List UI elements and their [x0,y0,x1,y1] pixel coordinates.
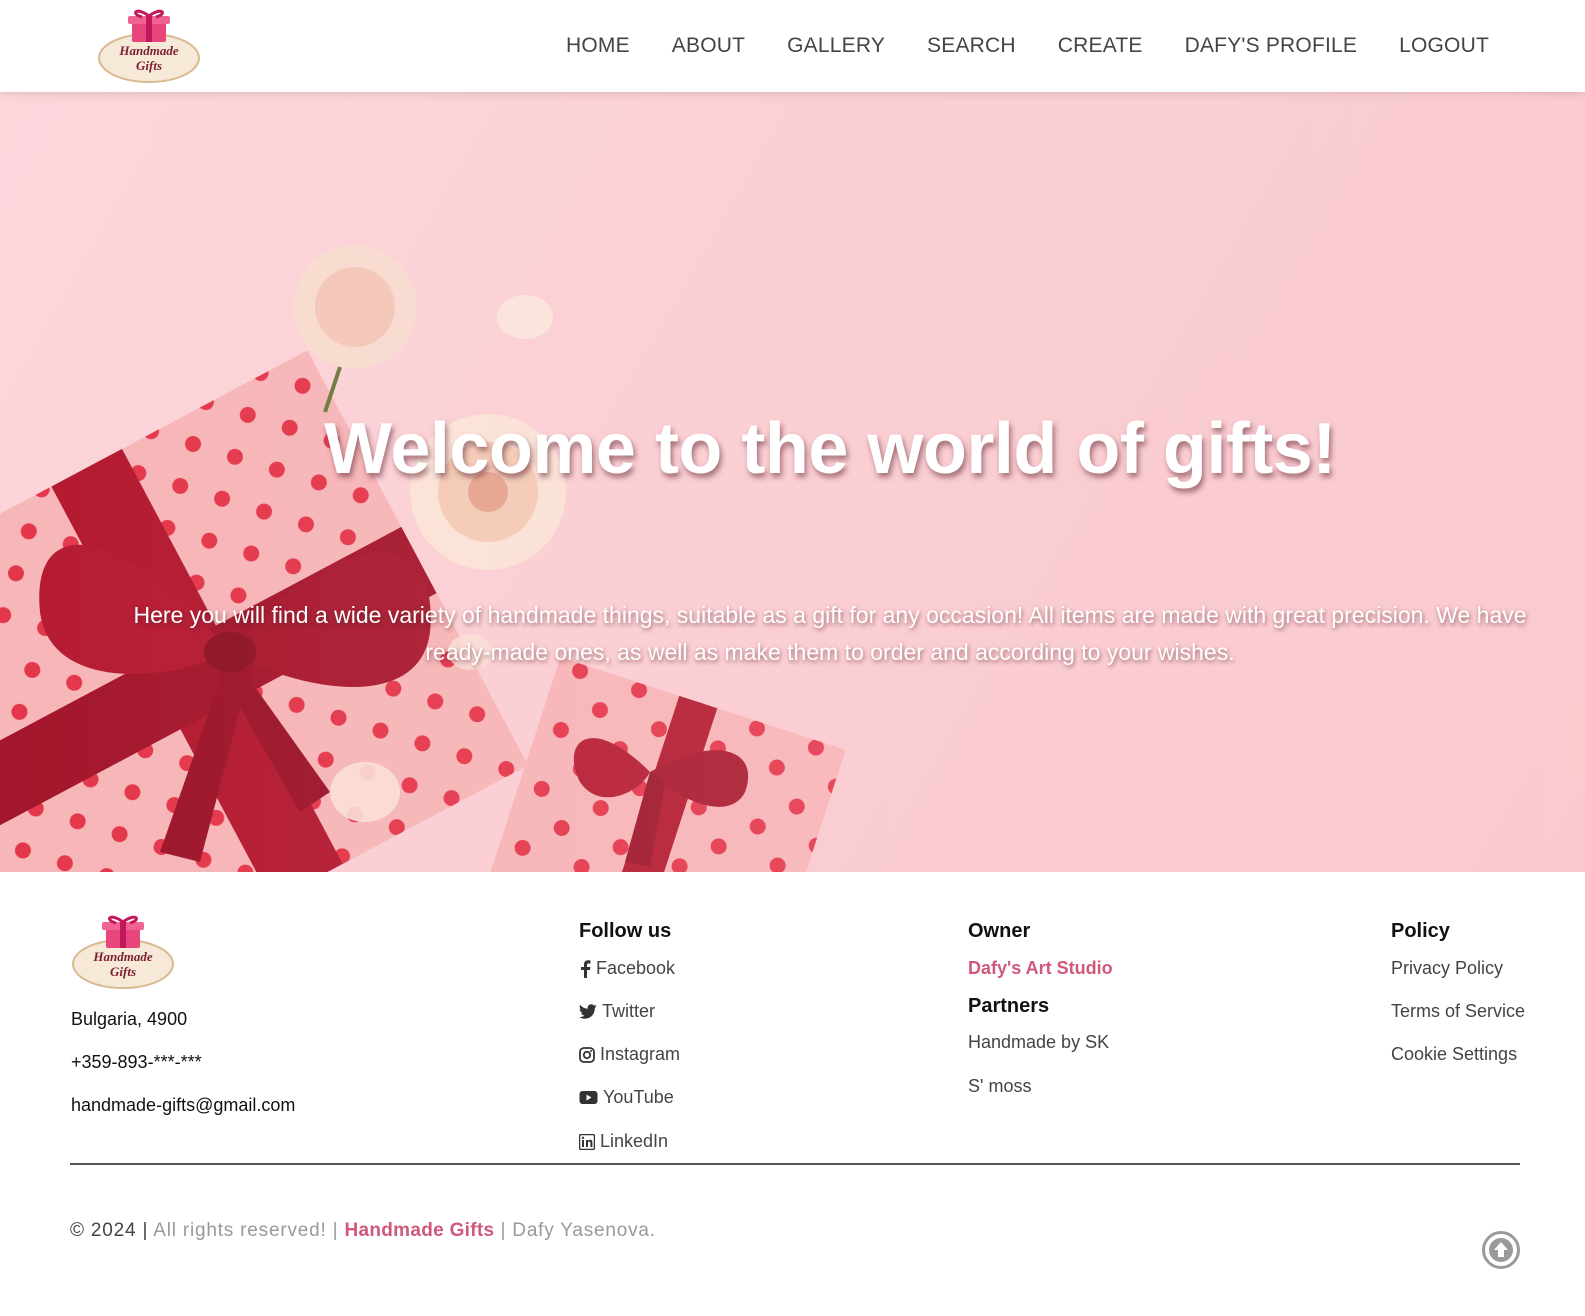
nav-profile[interactable]: DAFY'S PROFILE [1185,34,1358,58]
cookie-settings-link[interactable]: Cookie Settings [1391,1044,1517,1065]
nav-search[interactable]: SEARCH [927,34,1016,58]
linkedin-label: LinkedIn [600,1131,669,1151]
svg-text:Gifts: Gifts [110,964,136,979]
svg-text:Handmade: Handmade [92,949,152,964]
copyright-year: © 2024 [70,1220,137,1241]
copyright-rights: All rights reserved! | [153,1220,339,1241]
youtube-icon [579,1091,598,1104]
facebook-icon [581,959,591,978]
facebook-link[interactable]: Facebook [579,958,675,979]
copyright-author: | Dafy Yasenova. [500,1220,656,1241]
follow-heading: Follow us [579,920,672,942]
linkedin-link[interactable]: LinkedIn [579,1131,668,1152]
main-nav: HOME ABOUT GALLERY SEARCH CREATE DAFY'S … [566,0,1489,92]
nav-gallery[interactable]: GALLERY [787,34,885,58]
hero-banner: Welcome to the world of gifts! Here you … [0,92,1585,872]
copyright-brand-link[interactable]: Handmade Gifts [344,1220,494,1241]
twitter-label: Twitter [602,1001,656,1021]
site-footer: Handmade Gifts Bulgaria, 4900 +359-893-*… [0,872,1585,1316]
linkedin-icon [579,1133,595,1150]
owner-heading: Owner [968,920,1031,942]
footer-phone: +359-893-***-*** [71,1052,202,1072]
handmade-gifts-logo[interactable]: Handmade Gifts [96,8,202,84]
nav-logout[interactable]: LOGOUT [1399,34,1489,58]
nav-create[interactable]: CREATE [1058,34,1143,58]
policy-heading: Policy [1391,920,1450,942]
site-header: Handmade Gifts HOME ABOUT GALLERY SEARCH… [0,0,1585,92]
partners-heading: Partners [968,995,1050,1017]
youtube-link[interactable]: YouTube [579,1087,674,1108]
arrow-up-icon [1489,1238,1513,1262]
twitter-icon [579,1003,597,1019]
owner-studio-link[interactable]: Dafy's Art Studio [968,958,1113,979]
partner-link-s-moss[interactable]: S' moss [968,1076,1031,1097]
nav-about[interactable]: ABOUT [672,34,745,58]
terms-of-service-link[interactable]: Terms of Service [1391,1001,1525,1022]
nav-home[interactable]: HOME [566,34,630,58]
hero-title: Welcome to the world of gifts! [324,409,1336,489]
instagram-label: Instagram [600,1044,681,1064]
twitter-link[interactable]: Twitter [579,1001,655,1022]
instagram-icon [579,1046,595,1063]
footer-email: handmade-gifts@gmail.com [71,1095,296,1115]
facebook-label: Facebook [596,958,676,978]
copyright-separator: | [142,1220,149,1241]
footer-address: Bulgaria, 4900 [71,1009,188,1029]
instagram-link[interactable]: Instagram [579,1044,680,1065]
logo-text-line2: Gifts [136,58,162,73]
partner-link-handmade-by-sk[interactable]: Handmade by SK [968,1032,1109,1053]
privacy-policy-link[interactable]: Privacy Policy [1391,958,1503,979]
footer-divider [70,1163,1520,1165]
logo-text-line1: Handmade [118,43,178,58]
hero-description: Here you will find a wide variety of han… [133,602,1527,665]
copyright-line: © 2024 | All rights reserved! | Handmade… [70,1220,656,1242]
scroll-to-top-button[interactable] [1482,1231,1520,1269]
footer-logo[interactable]: Handmade Gifts [70,914,176,990]
youtube-label: YouTube [603,1087,674,1107]
